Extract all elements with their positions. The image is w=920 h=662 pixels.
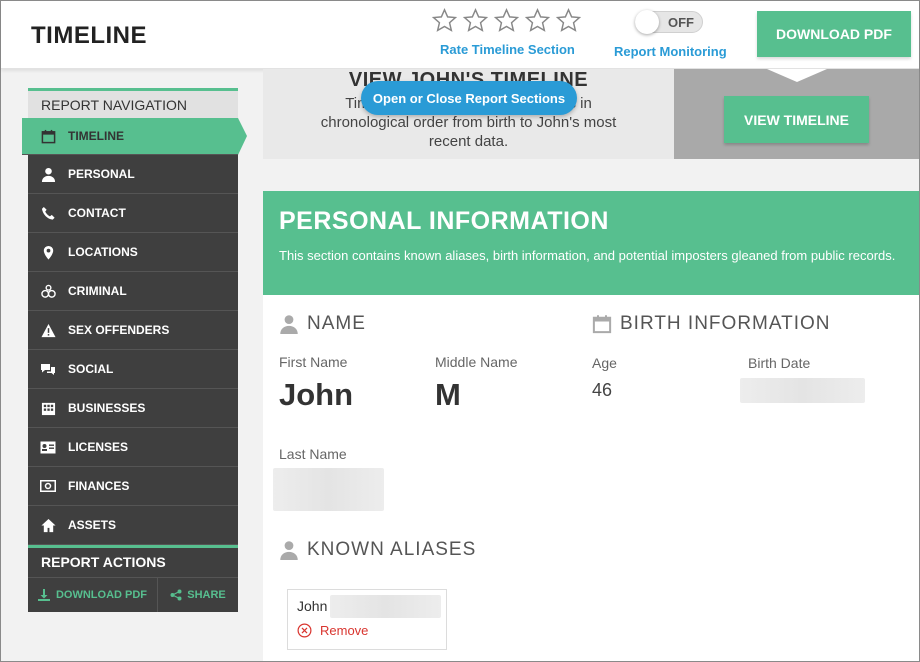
star-icon[interactable] [493, 7, 520, 34]
middle-name-label: Middle Name [435, 354, 518, 370]
remove-label: Remove [320, 623, 369, 638]
calendar-icon [592, 315, 612, 334]
sidebar-item-label: CRIMINAL [68, 284, 127, 298]
sidebar-item-assets[interactable]: ASSETS [28, 506, 238, 545]
handcuffs-icon [40, 283, 56, 299]
star-icon[interactable] [431, 7, 458, 34]
redacted-birth-date [740, 378, 865, 403]
id-card-icon [40, 439, 56, 455]
sidebar: REPORT NAVIGATION TIMELINE PERSONAL CONT… [22, 88, 247, 612]
rate-section-link[interactable]: Rate Timeline Section [440, 42, 575, 57]
section-description: This section contains known aliases, bir… [279, 248, 896, 263]
birth-date-label: Birth Date [748, 355, 811, 371]
report-monitoring-link[interactable]: Report Monitoring [614, 44, 727, 59]
chat-icon [40, 361, 56, 377]
person-icon [280, 315, 298, 334]
view-timeline-button[interactable]: VIEW TIMELINE [724, 96, 869, 143]
sidebar-item-timeline[interactable]: TIMELINE [22, 118, 247, 155]
share-label: SHARE [187, 589, 226, 601]
group-title: NAME [307, 313, 366, 334]
star-icon[interactable] [462, 7, 489, 34]
close-circle-icon [297, 623, 312, 638]
personal-section-header: PERSONAL INFORMATION This section contai… [263, 191, 919, 295]
calendar-icon [40, 128, 56, 144]
sidebar-item-social[interactable]: SOCIAL [28, 350, 238, 389]
money-icon [40, 478, 56, 494]
alias-card: John Remove [287, 589, 447, 650]
sidebar-item-businesses[interactable]: BUSINESSES [28, 389, 238, 428]
sidebar-item-label: ASSETS [68, 518, 117, 532]
warning-icon [40, 322, 56, 338]
section-title: PERSONAL INFORMATION [279, 207, 609, 235]
person-icon [280, 541, 298, 560]
sidebar-item-locations[interactable]: LOCATIONS [28, 233, 238, 272]
age-value: 46 [592, 380, 613, 400]
phone-icon [40, 205, 56, 221]
page-title: TIMELINE [31, 22, 147, 49]
sidebar-item-personal[interactable]: PERSONAL [28, 155, 238, 194]
age-label: Age [592, 355, 617, 371]
alias-name: John [297, 598, 328, 614]
group-title: BIRTH INFORMATION [620, 313, 831, 334]
download-icon [37, 589, 50, 601]
sidebar-item-label: TIMELINE [68, 129, 124, 143]
house-icon [40, 517, 56, 533]
sidebar-item-label: LOCATIONS [68, 245, 138, 259]
sidebar-item-sex-offenders[interactable]: SEX OFFENDERS [28, 311, 238, 350]
star-icon[interactable] [524, 7, 551, 34]
map-pin-icon [40, 244, 56, 260]
sidebar-item-licenses[interactable]: LICENSES [28, 428, 238, 467]
sidebar-item-label: PERSONAL [68, 167, 135, 181]
notch-arrow [767, 69, 827, 82]
first-name-label: First Name [279, 354, 348, 370]
group-title: KNOWN ALIASES [307, 539, 477, 560]
sidebar-item-label: CONTACT [68, 206, 126, 220]
last-name-label: Last Name [279, 446, 347, 462]
sidebar-item-finances[interactable]: FINANCES [28, 467, 238, 506]
person-icon [40, 166, 56, 182]
sidebar-item-label: LICENSES [68, 440, 129, 454]
building-icon [40, 400, 56, 416]
nav-list: TIMELINE PERSONAL CONTACT LOCATIONS CRIM… [22, 118, 247, 545]
actions-title: REPORT ACTIONS [28, 545, 238, 577]
redacted-alias-surname [330, 595, 441, 618]
sidebar-item-label: BUSINESSES [68, 401, 146, 415]
timeline-cta-panel: VIEW TIMELINE [674, 69, 919, 159]
middle-name-value: M [435, 377, 461, 412]
share-icon [170, 589, 182, 601]
star-icon[interactable] [555, 7, 582, 34]
toggle-sections-button[interactable]: Open or Close Report Sections [361, 81, 577, 115]
report-actions: DOWNLOAD PDF SHARE [28, 577, 238, 612]
sidebar-item-label: SEX OFFENDERS [68, 323, 170, 337]
sidebar-download-pdf-button[interactable]: DOWNLOAD PDF [28, 578, 158, 612]
download-label: DOWNLOAD PDF [55, 589, 148, 601]
aliases-group-label: KNOWN ALIASES [279, 539, 476, 561]
sidebar-item-label: FINANCES [68, 479, 130, 493]
first-name-value: John [279, 377, 354, 412]
sidebar-item-contact[interactable]: CONTACT [28, 194, 238, 233]
share-button[interactable]: SHARE [158, 578, 238, 612]
name-group-label: NAME [279, 313, 366, 335]
toggle-knob [635, 10, 659, 34]
top-header: TIMELINE Rate Timeline Section OFF Repor… [1, 1, 919, 69]
remove-alias-button[interactable]: Remove [297, 623, 368, 638]
download-pdf-button[interactable]: DOWNLOAD PDF [757, 11, 911, 57]
personal-section-body: NAME First Name John Middle Name M Last … [263, 295, 919, 661]
nav-title: REPORT NAVIGATION [28, 88, 238, 118]
redacted-last-name [273, 468, 384, 511]
toggle-state: OFF [668, 15, 694, 30]
sidebar-item-criminal[interactable]: CRIMINAL [28, 272, 238, 311]
monitoring-toggle[interactable]: OFF [635, 10, 703, 34]
sidebar-item-label: SOCIAL [68, 362, 114, 376]
rating-stars[interactable] [431, 7, 582, 34]
birth-group-label: BIRTH INFORMATION [592, 313, 831, 335]
